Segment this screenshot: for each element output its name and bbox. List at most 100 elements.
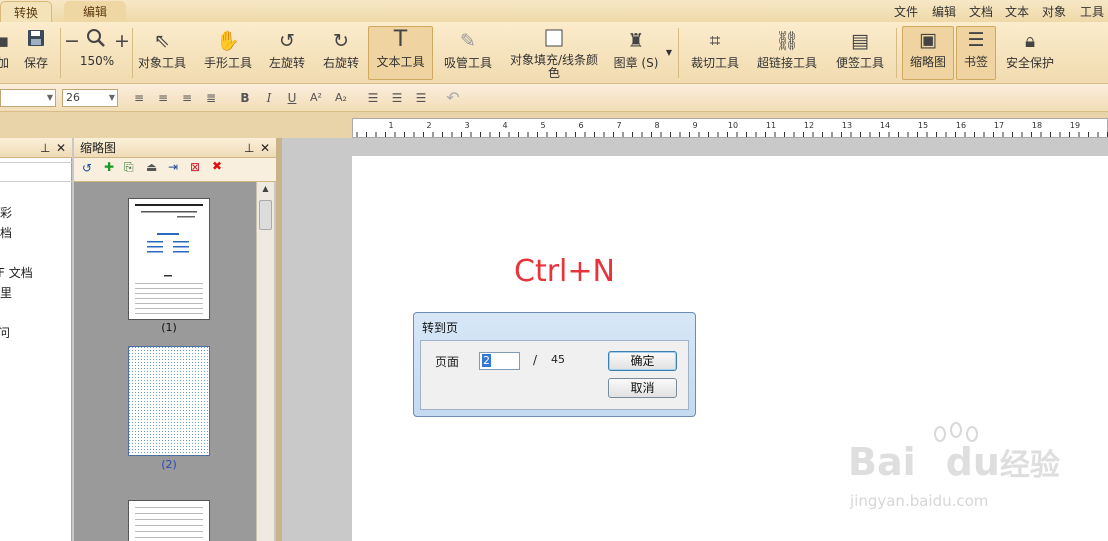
menu-object[interactable]: 对象	[1042, 3, 1066, 20]
insert-page-icon[interactable]: ✚	[104, 160, 114, 174]
align-left-button[interactable]: ≡	[130, 89, 148, 107]
menu-text[interactable]: 文本	[1005, 3, 1029, 20]
tab-edit[interactable]: 编辑	[64, 1, 126, 23]
zoom-tool[interactable]	[84, 28, 108, 54]
ruler-row: 1 2 3 4 5 6 7 8 9 10 11 12 13 14 15 16 17 18 19	[0, 112, 1108, 138]
page-number-input[interactable]: 2	[479, 352, 520, 370]
ruler-number: 2	[426, 121, 431, 130]
bold-button[interactable]: B	[236, 89, 254, 107]
align-center-icon: ≡	[157, 91, 169, 105]
ribbon-toolbar: ▪ 加 保存 − + 150% ⇖ 对象工具 ✋ 手形工具 ↺ 左旋转 ↻ 右旋转 T文…	[0, 22, 1108, 84]
bookmark-item[interactable]: 里	[0, 284, 12, 301]
bookmark-search-input[interactable]	[0, 162, 72, 182]
ruler-number: 1	[388, 121, 393, 130]
align-left-icon: ≡	[133, 91, 145, 105]
insert-from-file-icon[interactable]: ⎘	[124, 160, 134, 175]
rotate-left-button[interactable]: ↺ 左旋转	[266, 28, 308, 71]
thumbnail-scrollbar[interactable]: ▲	[256, 182, 274, 541]
partial-tool[interactable]: ▪ 加	[0, 28, 10, 71]
security-button[interactable]: 🔒︎ 安全保护	[1004, 28, 1056, 71]
pin-icon[interactable]: ⊥	[40, 138, 50, 158]
ruler-number: 12	[804, 121, 814, 130]
subscript-button[interactable]: A₂	[332, 89, 350, 107]
text-tool-button[interactable]: T 文本工具	[368, 26, 433, 80]
total-pages: 45	[551, 353, 565, 366]
object-tool-button[interactable]: ⇖ 对象工具	[136, 28, 188, 71]
bookmark-item[interactable]: 彩	[0, 204, 12, 221]
bookmark-item[interactable]: F 文档	[0, 264, 33, 281]
delete-page-icon[interactable]: ✖	[212, 159, 222, 173]
page-thumbnail-1[interactable]	[128, 198, 210, 320]
tab-convert[interactable]: 转换	[0, 1, 52, 23]
close-icon[interactable]: ✕	[260, 138, 270, 158]
line-spacing-3-button[interactable]: ☰	[412, 89, 430, 107]
font-size-select[interactable]: 26 ▼	[62, 89, 118, 107]
rotate-right-button[interactable]: ↻ 右旋转	[320, 28, 362, 71]
goto-page-dialog: 转到页 页面 2 / 45 确定 取消	[413, 312, 696, 417]
superscript-button[interactable]: A²	[307, 89, 325, 107]
chevron-down-icon: ▼	[108, 93, 115, 102]
move-page-icon[interactable]: ⇥	[168, 160, 178, 174]
chevron-down-icon: ▼	[46, 93, 53, 102]
eyedropper-tool-button[interactable]: ✎ 吸管工具	[442, 28, 494, 71]
scroll-thumb[interactable]	[259, 200, 272, 230]
ruler-number: 10	[728, 121, 738, 130]
ruler-number: 6	[578, 121, 583, 130]
page-thumbnail-2[interactable]	[128, 346, 210, 456]
align-right-button[interactable]: ≡	[178, 89, 196, 107]
crop-tool-button[interactable]: ⌗ 裁切工具	[688, 28, 742, 71]
zoom-out-button[interactable]: −	[64, 28, 80, 54]
page-thumbnail-3[interactable]	[128, 500, 210, 541]
bookmark-view-button[interactable]: ☰ 书签	[956, 26, 996, 80]
italic-button[interactable]: I	[260, 89, 278, 107]
font-family-select[interactable]: ▼	[0, 89, 56, 107]
justify-icon: ≣	[205, 91, 217, 105]
scroll-up-icon[interactable]: ▲	[259, 184, 272, 196]
ruler-number: 13	[842, 121, 852, 130]
ruler-number: 19	[1070, 121, 1080, 130]
rotate-page-icon[interactable]: ↺	[82, 161, 92, 175]
pin-icon[interactable]: ⊥	[244, 138, 254, 158]
ruler-number: 18	[1032, 121, 1042, 130]
fill-color-button[interactable]: 对象填充/线条颜色	[506, 28, 602, 80]
plus-icon: +	[114, 30, 130, 52]
menu-tools[interactable]: 工具	[1080, 3, 1104, 20]
bookmark-pane-header: ⊥ ✕	[0, 138, 72, 158]
menu-edit[interactable]: 编辑	[932, 3, 956, 20]
crop-icon: ⌗	[709, 30, 721, 52]
thumbnail-pane-header: 缩略图 ⊥ ✕	[74, 138, 276, 158]
line-spacing-1-button[interactable]: ☰	[364, 89, 382, 107]
extract-page-icon[interactable]: ⏏	[146, 160, 157, 174]
link-tool-button[interactable]: ⛓ 超链接工具	[754, 28, 820, 71]
page-1-preview	[135, 204, 203, 314]
ruler-number: 3	[464, 121, 469, 130]
delete-from-icon[interactable]: ⊠	[190, 160, 200, 174]
thumbnail-view-button[interactable]: ▣ 缩略图	[902, 26, 954, 80]
close-icon[interactable]: ✕	[56, 138, 66, 158]
line-spacing-2-button[interactable]: ☰	[388, 89, 406, 107]
lock-icon: 🔒︎	[1024, 30, 1036, 52]
ruler-number: 4	[502, 121, 507, 130]
menu-file[interactable]: 文件	[894, 3, 918, 20]
bookmark-item[interactable]: 问	[0, 324, 10, 341]
zoom-in-button[interactable]: +	[114, 28, 130, 54]
save-button[interactable]: 保存	[20, 28, 52, 71]
underline-button[interactable]: U	[283, 89, 301, 107]
ruler-number: 14	[880, 121, 890, 130]
stamp-button[interactable]: ♜ 图章 (S)	[612, 28, 660, 71]
stamp-dropdown[interactable]: ▼	[664, 44, 674, 58]
undo-button[interactable]: ↶	[444, 89, 462, 107]
align-center-button[interactable]: ≡	[154, 89, 172, 107]
zoom-level[interactable]: 150%	[76, 54, 118, 68]
bookmark-item[interactable]: 档	[0, 224, 12, 241]
horizontal-ruler: 1 2 3 4 5 6 7 8 9 10 11 12 13 14 15 16 17 18 19	[352, 118, 1108, 138]
fill-color-icon	[506, 28, 602, 54]
cancel-button[interactable]: 取消	[608, 378, 677, 398]
justify-button[interactable]: ≣	[202, 89, 220, 107]
hand-tool-button[interactable]: ✋ 手形工具	[202, 28, 254, 71]
note-tool-button[interactable]: ▤ 便签工具	[832, 28, 888, 71]
ok-button[interactable]: 确定	[608, 351, 677, 371]
dropdown-arrow-icon: ▼	[665, 48, 673, 57]
menu-document[interactable]: 文档	[969, 3, 993, 20]
ruler-number: 5	[540, 121, 545, 130]
